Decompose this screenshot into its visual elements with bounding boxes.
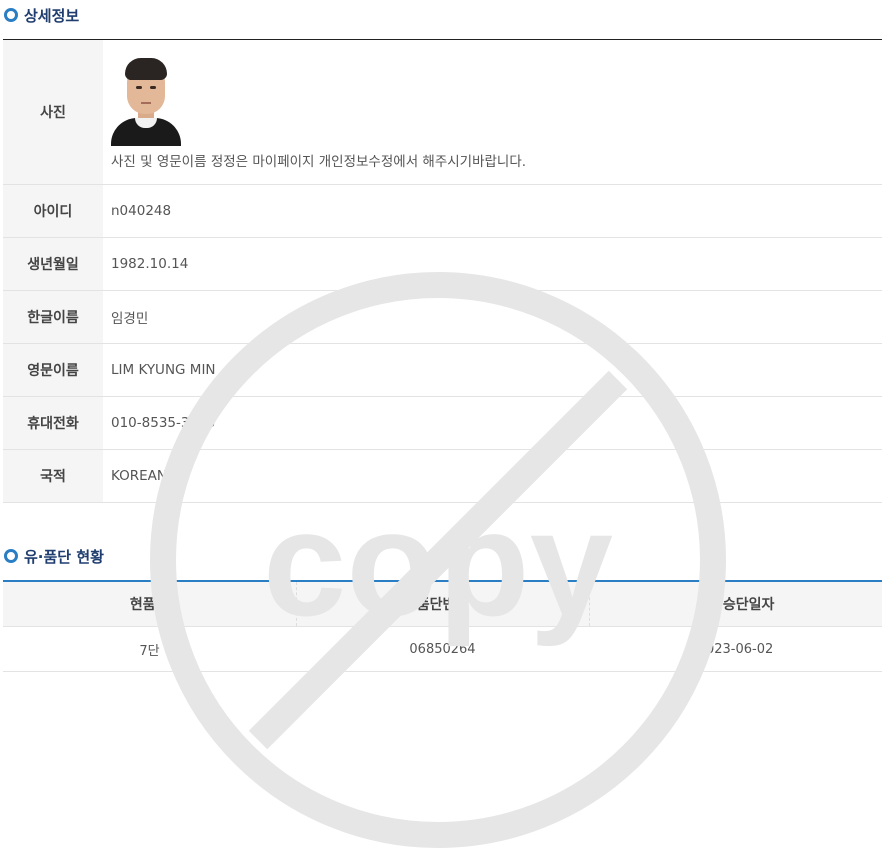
- column-header-rank-number: 품단번호: [296, 581, 590, 627]
- circle-bullet-icon: [4, 549, 18, 563]
- column-header-current-rank: 현품단: [3, 581, 297, 627]
- table-row-korean-name: 한글이름 임경민: [3, 290, 882, 344]
- table-row-id: 아이디 n040248: [3, 184, 882, 238]
- detail-info-table: 사진 사진 및 영문이름 정정은 마이페이지 개인정보수정에서 해주시기바랍니다…: [3, 39, 882, 503]
- korean-name-value: 임경민: [103, 290, 882, 344]
- english-name-value: LIM KYUNG MIN: [103, 343, 882, 397]
- status-section-title: 유·품단 현황: [4, 545, 104, 567]
- status-header-row: 현품단 품단번호 최종승단일자: [3, 581, 882, 627]
- table-row-english-name: 영문이름 LIM KYUNG MIN: [3, 343, 882, 397]
- mobile-label: 휴대전화: [3, 396, 103, 450]
- table-row-mobile: 휴대전화 010-8535-3413: [3, 396, 882, 450]
- table-row-nationality: 국적 KOREAN: [3, 449, 882, 503]
- status-section-title-text: 유·품단 현황: [24, 547, 104, 566]
- english-name-label: 영문이름: [3, 343, 103, 397]
- column-header-promotion-date: 최종승단일자: [589, 581, 882, 627]
- rank-status-table: 현품단 품단번호 최종승단일자 7단 06850264 2023-06-02: [3, 580, 882, 672]
- birthdate-value: 1982.10.14: [103, 237, 882, 291]
- id-label: 아이디: [3, 184, 103, 238]
- nationality-value: KOREAN: [103, 449, 882, 503]
- photo-edit-note: 사진 및 영문이름 정정은 마이페이지 개인정보수정에서 해주시기바랍니다.: [111, 154, 527, 170]
- table-row-photo: 사진 사진 및 영문이름 정정은 마이페이지 개인정보수정에서 해주시기바랍니다…: [3, 39, 882, 185]
- detail-section-title: 상세정보: [4, 4, 79, 26]
- nationality-label: 국적: [3, 449, 103, 503]
- detail-section-title-text: 상세정보: [24, 6, 80, 25]
- id-value: n040248: [103, 184, 882, 238]
- circle-bullet-icon: [4, 8, 18, 22]
- profile-photo: [111, 58, 181, 146]
- table-row-birthdate: 생년월일 1982.10.14: [3, 237, 882, 291]
- promotion-date-cell: 2023-06-02: [589, 626, 882, 672]
- korean-name-label: 한글이름: [3, 290, 103, 344]
- mobile-value: 010-8535-3413: [103, 396, 882, 450]
- birthdate-label: 생년월일: [3, 237, 103, 291]
- rank-number-cell: 06850264: [296, 626, 589, 672]
- photo-label: 사진: [3, 39, 103, 185]
- current-rank-cell: 7단: [3, 626, 296, 672]
- photo-cell: 사진 및 영문이름 정정은 마이페이지 개인정보수정에서 해주시기바랍니다.: [103, 39, 882, 185]
- table-row: 7단 06850264 2023-06-02: [3, 626, 882, 672]
